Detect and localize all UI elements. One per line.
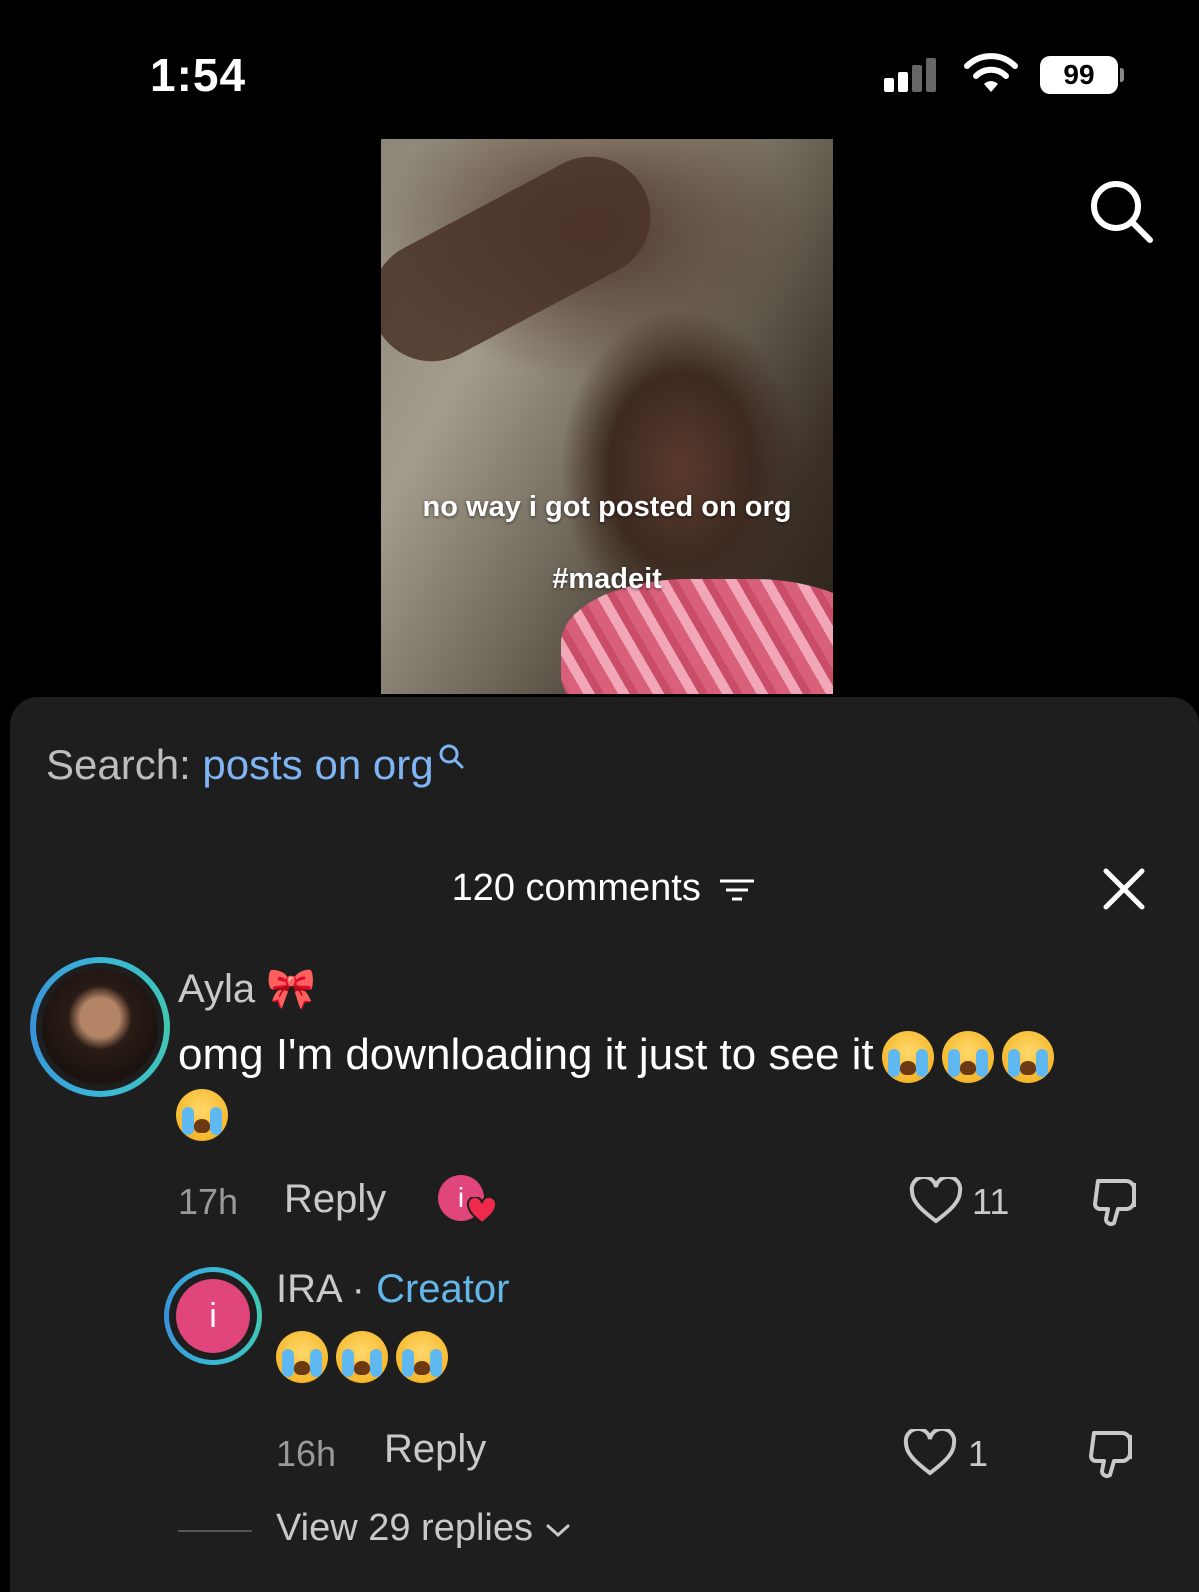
creator-liked-badge: i [438, 1175, 498, 1227]
reply-button[interactable]: Reply [384, 1427, 486, 1472]
bow-emoji: 🎀 [266, 966, 317, 1012]
avatar[interactable] [30, 957, 170, 1097]
reply-text [276, 1331, 448, 1383]
search-suggestion[interactable]: Search: posts on org [46, 741, 464, 789]
comment-text: omg I'm downloading it just to see it [178, 1025, 1168, 1085]
avatar[interactable]: i [164, 1267, 262, 1365]
like-count: 11 [972, 1181, 1010, 1222]
battery-tip [1120, 68, 1124, 82]
creator-badge: Creator [376, 1267, 510, 1311]
crying-emoji [176, 1089, 228, 1141]
comments-header: 120 comments [10, 867, 1199, 910]
comment-text-wrap [176, 1089, 228, 1141]
divider [178, 1530, 252, 1532]
wifi-icon [964, 53, 1018, 92]
crying-emoji [396, 1331, 448, 1383]
dislike-icon[interactable] [1090, 1173, 1146, 1229]
crying-emoji [881, 1031, 934, 1084]
video-frame-detail [381, 139, 672, 383]
reply-button[interactable]: Reply [284, 1177, 386, 1222]
comments-sheet: Search: posts on org 120 comments Ayla 🎀… [10, 697, 1199, 1592]
chevron-down-icon [546, 1524, 570, 1538]
view-replies-button[interactable]: View 29 replies [276, 1507, 572, 1550]
video-frame-detail [561, 579, 833, 694]
comment-time: 16h [276, 1433, 337, 1474]
sort-filter-icon[interactable] [717, 875, 757, 905]
search-icon [439, 744, 464, 769]
crying-emoji [941, 1031, 994, 1084]
creator-avatar: i [176, 1279, 250, 1353]
video-caption: no way i got posted on org [422, 491, 792, 523]
search-query-link[interactable]: posts on org [202, 741, 433, 788]
crying-emoji [336, 1331, 388, 1383]
comment-count: 120 comments [451, 867, 701, 909]
heart-icon [466, 1197, 498, 1225]
comment-username[interactable]: Ayla 🎀 [178, 965, 316, 1012]
crying-emoji [1001, 1031, 1054, 1084]
video-player[interactable]: no way i got posted on org #madeit [381, 139, 833, 694]
status-time: 1:54 [150, 49, 247, 101]
cellular-signal-icon [884, 58, 944, 92]
close-icon[interactable] [1102, 867, 1146, 911]
crying-emoji [276, 1331, 328, 1383]
dislike-icon[interactable] [1086, 1425, 1142, 1481]
user-photo [42, 969, 158, 1085]
comment-time: 17h [178, 1181, 239, 1222]
reply-username[interactable]: IRA · Creator [276, 1267, 509, 1312]
search-icon[interactable] [1086, 176, 1156, 246]
like-heart-icon[interactable] [908, 1177, 964, 1225]
search-label: Search: [46, 741, 191, 788]
video-hashtag: #madeit [552, 563, 662, 595]
like-heart-icon[interactable] [902, 1429, 958, 1477]
like-count: 1 [968, 1433, 989, 1474]
battery-indicator: 99 [1040, 56, 1118, 94]
